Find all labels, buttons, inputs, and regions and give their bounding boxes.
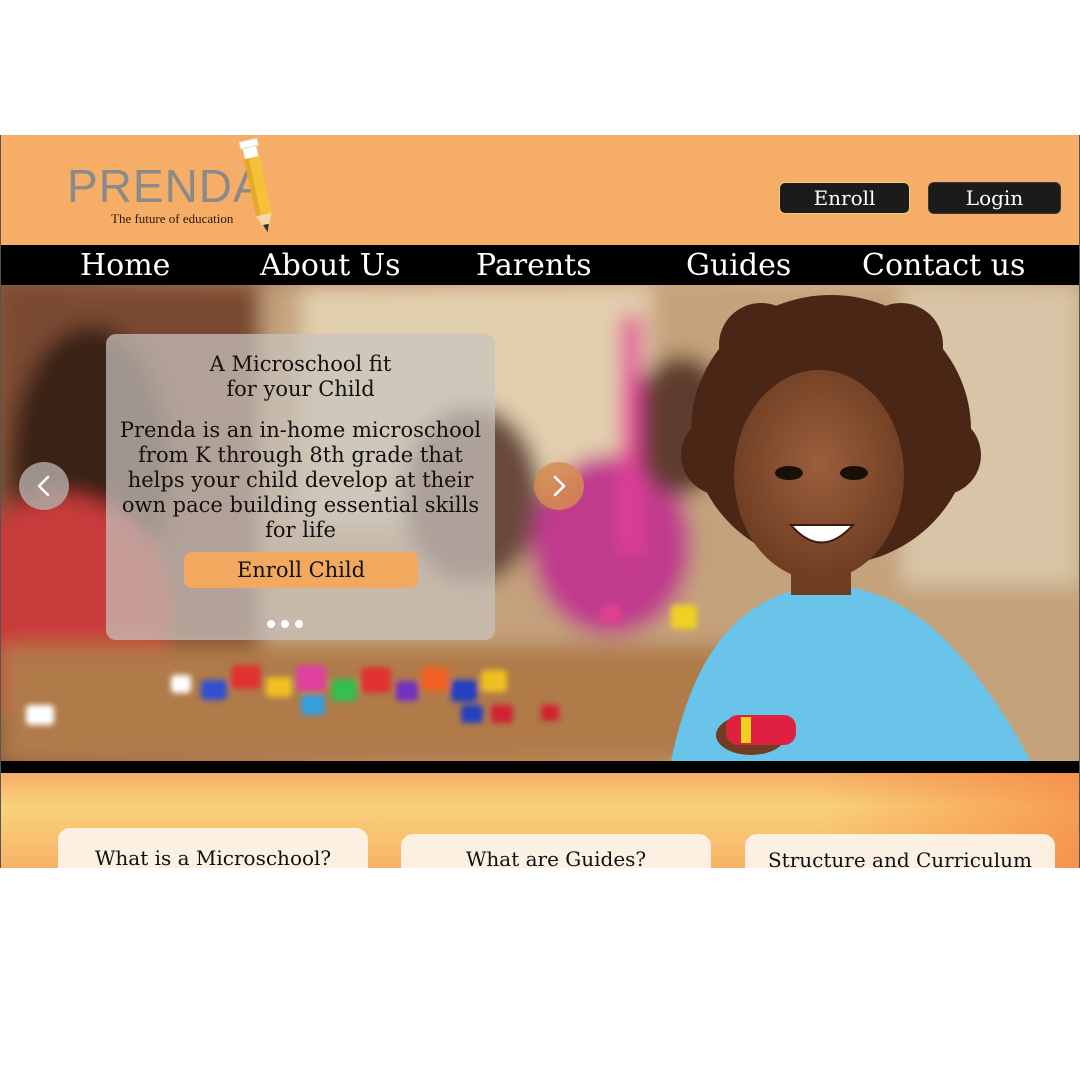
feature-card-structure[interactable]: Structure and Curriculum <box>745 834 1055 868</box>
logo[interactable]: PRENDA The future of education <box>67 137 287 239</box>
nav-item-parents[interactable]: Parents <box>476 245 592 285</box>
login-button[interactable]: Login <box>928 182 1061 214</box>
chevron-left-icon <box>37 475 50 497</box>
feature-card-guides[interactable]: What are Guides? <box>401 834 711 868</box>
enroll-child-button[interactable]: Enroll Child <box>184 552 418 588</box>
feature-title: Structure and Curriculum <box>767 848 1033 868</box>
carousel-dot[interactable] <box>281 620 289 628</box>
hero-title: A Microschool fit for your Child <box>209 352 392 401</box>
hero-card: A Microschool fit for your Child Prenda … <box>106 334 495 640</box>
main-nav: Home About Us Parents Guides Contact us <box>1 245 1079 285</box>
carousel-dot[interactable] <box>267 620 275 628</box>
hero-divider <box>1 761 1079 773</box>
hero-description: Prenda is an in-home microschool from K … <box>119 418 482 542</box>
feature-card-microschool[interactable]: What is a Microschool? <box>58 828 368 868</box>
page-frame: PRENDA The future of education Enroll Lo… <box>0 135 1080 868</box>
site-header: PRENDA The future of education Enroll Lo… <box>1 135 1079 245</box>
carousel-dot[interactable] <box>295 620 303 628</box>
nav-item-guides[interactable]: Guides <box>686 245 791 285</box>
nav-item-about-us[interactable]: About Us <box>260 245 401 285</box>
nav-item-home[interactable]: Home <box>80 245 170 285</box>
carousel-indicators <box>267 620 303 628</box>
features-section: What is a Microschool? What are Guides? … <box>1 773 1079 868</box>
pencil-icon <box>238 137 272 233</box>
feature-title: What are Guides? <box>465 847 647 868</box>
nav-item-contact-us[interactable]: Contact us <box>862 245 1025 285</box>
feature-title: What is a Microschool? <box>94 846 332 868</box>
carousel-next-button[interactable] <box>534 462 584 510</box>
hero-carousel: A Microschool fit for your Child Prenda … <box>1 285 1079 761</box>
logo-wordmark: PRENDA <box>67 160 265 212</box>
enroll-button[interactable]: Enroll <box>779 182 910 214</box>
carousel-prev-button[interactable] <box>19 462 69 510</box>
logo-tagline: The future of education <box>111 211 234 226</box>
chevron-right-icon <box>553 475 566 497</box>
